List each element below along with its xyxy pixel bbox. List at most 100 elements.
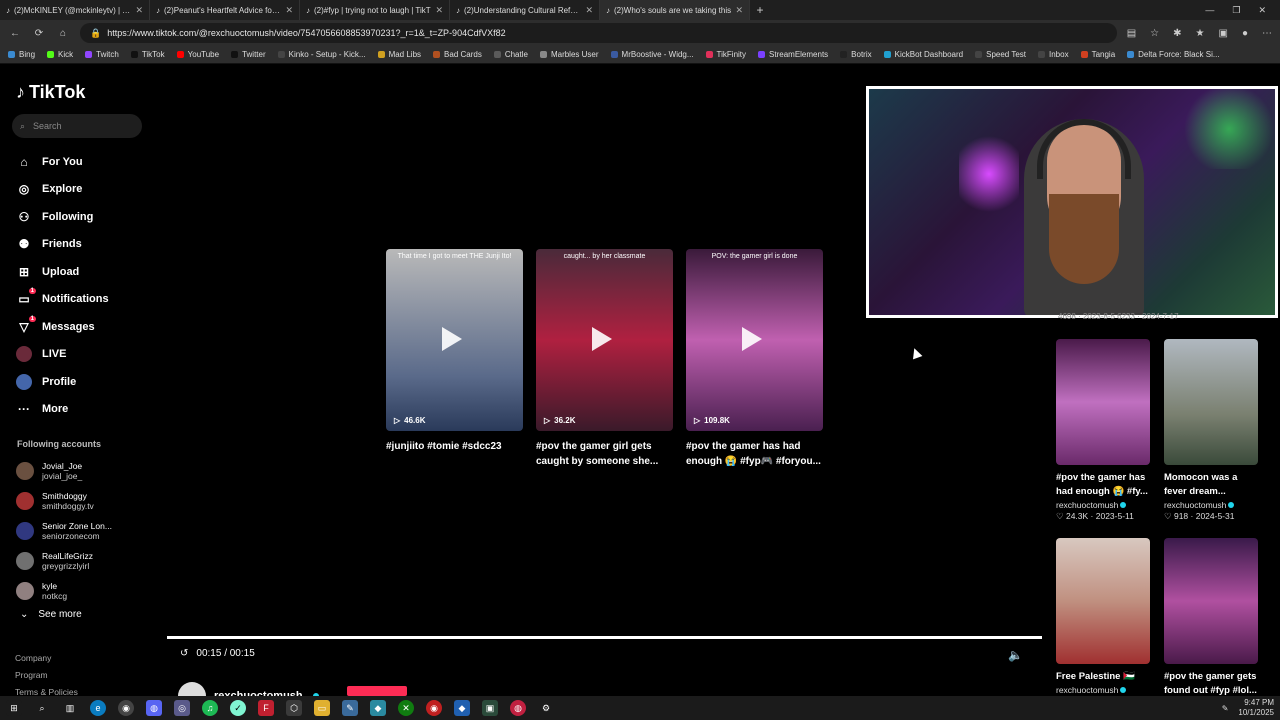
bookmark-item[interactable]: KickBot Dashboard bbox=[883, 50, 963, 59]
bookmark-item[interactable]: Bing bbox=[8, 50, 35, 59]
related-video-card[interactable]: Momocon was a fever dream... rexchuoctom… bbox=[1164, 339, 1258, 522]
browser-tab[interactable]: ♪ (2)#fyp | trying not to laugh | TikT ✕ bbox=[300, 0, 450, 20]
xbox-icon[interactable]: ✕ bbox=[398, 700, 414, 716]
streamlabs-icon[interactable]: ✓ bbox=[230, 700, 246, 716]
avatar[interactable]: ● bbox=[1242, 28, 1248, 39]
extensions-icon[interactable]: ✱ bbox=[1173, 28, 1181, 39]
footer-link-program[interactable]: Program bbox=[15, 667, 78, 684]
related-video-author[interactable]: rexchuoctomush bbox=[1056, 685, 1150, 695]
video-card[interactable]: caught... by her classmate ▷ 36.2K #pov t… bbox=[536, 249, 673, 469]
tiktok-logo[interactable]: ♪ TikTok bbox=[16, 82, 85, 103]
close-window-icon[interactable]: ✕ bbox=[1258, 5, 1266, 16]
bookmark-item[interactable]: Tangia bbox=[1080, 50, 1115, 59]
file-explorer-icon[interactable]: ▭ bbox=[314, 700, 330, 716]
close-icon[interactable]: ✕ bbox=[435, 5, 443, 16]
nav-live[interactable]: LIVE bbox=[16, 341, 156, 369]
bookmark-item[interactable]: MrBoostive - Widg... bbox=[610, 50, 694, 59]
related-video-author[interactable]: rexchuoctomush bbox=[1164, 500, 1258, 510]
bookmark-item[interactable]: Speed Test bbox=[975, 50, 1026, 59]
tikfinity-icon[interactable]: F bbox=[258, 700, 274, 716]
bookmark-item[interactable]: Twitter bbox=[231, 50, 266, 59]
footer-link-company[interactable]: Company bbox=[15, 650, 78, 667]
play-icon[interactable] bbox=[442, 327, 462, 351]
star-icon[interactable]: ☆ bbox=[1150, 28, 1159, 39]
app-icon[interactable]: ◉ bbox=[426, 700, 442, 716]
bookmark-item[interactable]: Kinko - Setup - Kick... bbox=[277, 50, 366, 59]
maximize-icon[interactable]: ❐ bbox=[1232, 5, 1240, 16]
related-video-card[interactable]: #pov the gamer gets found out #fyp #lol.… bbox=[1164, 538, 1258, 698]
nav-notifications[interactable]: ▭ 1 Notifications bbox=[16, 286, 156, 314]
account-item[interactable]: Smithdoggy smithdoggy.tv bbox=[16, 486, 156, 516]
close-icon[interactable]: ✕ bbox=[585, 5, 593, 16]
bookmark-item[interactable]: Botrix bbox=[840, 50, 872, 59]
close-icon[interactable]: ✕ bbox=[735, 5, 743, 16]
bookmark-item[interactable]: Delta Force: Black Si... bbox=[1127, 50, 1220, 59]
gear-icon[interactable]: ⚙ bbox=[538, 700, 554, 716]
video-thumbnail[interactable]: caught... by her classmate ▷ 36.2K bbox=[536, 249, 673, 431]
related-video-thumbnail[interactable] bbox=[1056, 538, 1150, 664]
bookmark-item[interactable]: TikTok bbox=[130, 50, 165, 59]
favorites-icon[interactable]: ★ bbox=[1196, 28, 1205, 39]
browser-tab-active[interactable]: ♪ (2)Who's souls are we taking this ✕ bbox=[600, 0, 750, 20]
related-video-title[interactable]: #pov the gamer has had enough 😭 #fy... bbox=[1056, 471, 1150, 499]
home-icon[interactable]: ⌂ bbox=[56, 28, 70, 39]
bookmark-item[interactable]: TikFinity bbox=[705, 50, 746, 59]
back-icon[interactable]: ← bbox=[8, 28, 22, 39]
account-item[interactable]: Senior Zone Lon... seniorzonecom bbox=[16, 516, 156, 546]
video-title[interactable]: #pov the gamer girl gets caught by someo… bbox=[536, 439, 673, 469]
see-more-button[interactable]: ⌄ See more bbox=[20, 609, 82, 620]
browser-tab[interactable]: ♪ (2)McKINLEY (@mckinleytv) | TikT ✕ bbox=[0, 0, 150, 20]
discord-icon[interactable]: ◍ bbox=[146, 700, 162, 716]
video-title[interactable]: #junjiito #tomie #sdcc23 bbox=[386, 439, 523, 454]
obs-icon[interactable]: ◉ bbox=[118, 700, 134, 716]
account-item[interactable]: Jovial_Joe jovial_joe_ bbox=[16, 456, 156, 486]
bookmark-item[interactable]: Kick bbox=[47, 50, 73, 59]
bookmark-item[interactable]: Marbles User bbox=[539, 50, 599, 59]
account-item[interactable]: kyle notkcg bbox=[16, 576, 156, 606]
play-icon[interactable] bbox=[742, 327, 762, 351]
collections-icon[interactable]: ▣ bbox=[1219, 28, 1228, 39]
nav-messages[interactable]: ▽ 1 Messages bbox=[16, 313, 156, 341]
nav-upload[interactable]: ⊞ Upload bbox=[16, 258, 156, 286]
close-icon[interactable]: ✕ bbox=[285, 5, 293, 16]
video-card[interactable]: That time I got to meet THE Junji Ito! ▷… bbox=[386, 249, 523, 454]
bookmark-item[interactable]: Inbox bbox=[1038, 50, 1069, 59]
bookmark-item[interactable]: StreamElements bbox=[758, 50, 828, 59]
nav-explore[interactable]: ◎ Explore bbox=[16, 176, 156, 204]
app-icon[interactable]: ◆ bbox=[454, 700, 470, 716]
bookmark-item[interactable]: YouTube bbox=[176, 50, 219, 59]
follow-button[interactable] bbox=[347, 686, 407, 696]
browser-tab[interactable]: ♪ (2)Peanut's Heartfelt Advice for G ✕ bbox=[150, 0, 300, 20]
video-thumbnail[interactable]: POV: the gamer girl is done ▷ 109.8K bbox=[686, 249, 823, 431]
nav-for-you[interactable]: ⌂ For You bbox=[16, 148, 156, 176]
app-icon[interactable]: ◍ bbox=[510, 700, 526, 716]
minimize-icon[interactable]: — bbox=[1205, 5, 1214, 16]
app-icon[interactable]: ▣ bbox=[482, 700, 498, 716]
spotify-icon[interactable]: ♫ bbox=[202, 700, 218, 716]
volume-icon[interactable]: 🔈 bbox=[1008, 648, 1023, 662]
task-view-icon[interactable]: ▥ bbox=[62, 700, 78, 716]
nav-profile[interactable]: Profile bbox=[16, 368, 156, 396]
settings-app-icon[interactable]: ⬡ bbox=[286, 700, 302, 716]
nav-more[interactable]: ··· More bbox=[16, 396, 156, 424]
bookmark-item[interactable]: Twitch bbox=[85, 50, 119, 59]
related-video-title[interactable]: #pov the gamer gets found out #fyp #lol.… bbox=[1164, 670, 1258, 698]
bookmark-item[interactable]: Bad Cards bbox=[433, 50, 482, 59]
related-video-thumbnail[interactable] bbox=[1164, 339, 1258, 465]
related-video-thumbnail[interactable] bbox=[1164, 538, 1258, 664]
related-video-title[interactable]: Momocon was a fever dream... bbox=[1164, 471, 1258, 499]
edge-icon[interactable]: e bbox=[90, 700, 106, 716]
related-video-thumbnail[interactable] bbox=[1056, 339, 1150, 465]
related-video-author[interactable]: rexchuoctomush bbox=[1056, 500, 1150, 510]
app-icon[interactable]: ✎ bbox=[342, 700, 358, 716]
video-title[interactable]: #pov the gamer has had enough 😭 #fyp🎮 #f… bbox=[686, 439, 823, 469]
video-progress-bar[interactable] bbox=[167, 636, 1042, 639]
search-icon[interactable]: ⌕ bbox=[34, 700, 50, 716]
nav-friends[interactable]: ⚉ Friends bbox=[16, 231, 156, 259]
video-card[interactable]: POV: the gamer girl is done ▷ 109.8K #pov… bbox=[686, 249, 823, 469]
nav-following[interactable]: ⚇ Following bbox=[16, 203, 156, 231]
app-icon[interactable]: ◎ bbox=[174, 700, 190, 716]
clock[interactable]: 9:47 PM 10/1/2025 bbox=[1238, 698, 1274, 718]
browser-tab[interactable]: ♪ (2)Understanding Cultural Refere ✕ bbox=[450, 0, 600, 20]
replay-icon[interactable]: ↺ bbox=[180, 648, 188, 659]
